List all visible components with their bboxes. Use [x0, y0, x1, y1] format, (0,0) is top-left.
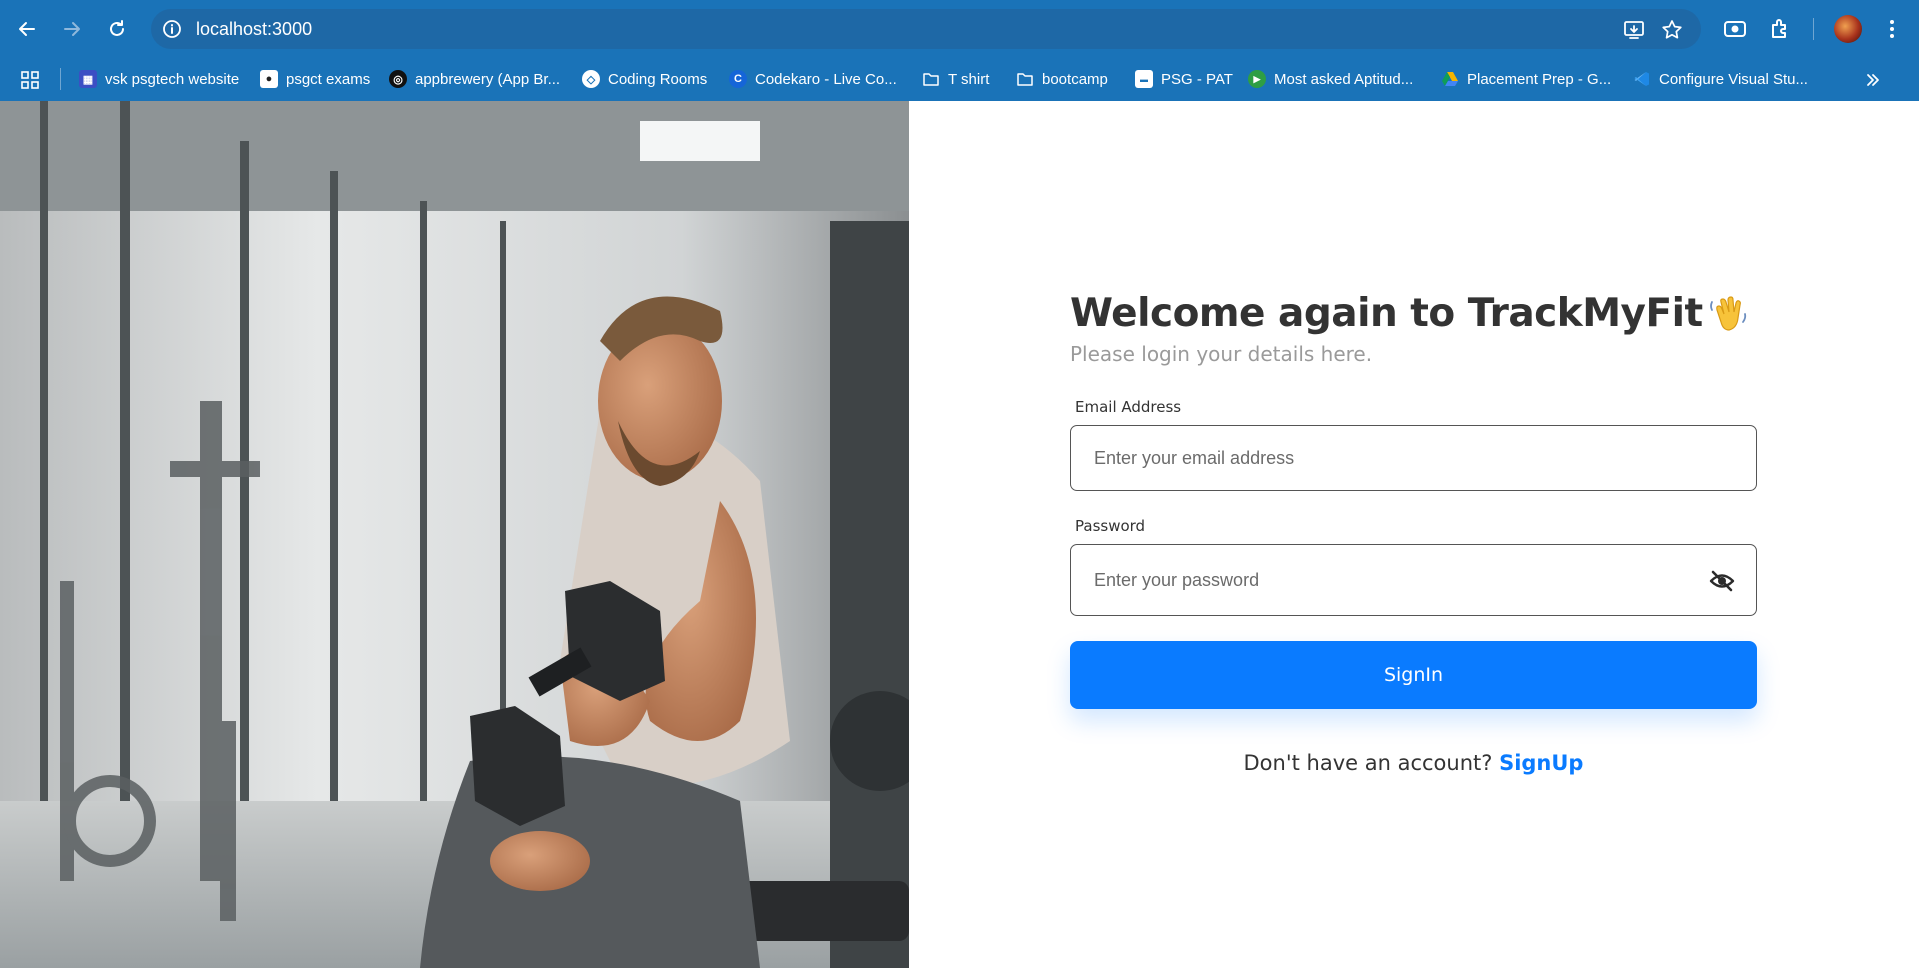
bookmark-psg-pat[interactable]: ▬ PSG - PAT — [1135, 67, 1233, 91]
bookmark-label: Placement Prep - G... — [1467, 70, 1612, 88]
appbrewery-icon: ◎ — [389, 70, 407, 88]
reload-button[interactable] — [102, 14, 132, 44]
forward-button[interactable] — [57, 14, 87, 44]
bookmark-vsk-psgtech[interactable]: ▦ vsk psgtech website — [79, 67, 239, 91]
waving-hand-icon — [1709, 295, 1746, 331]
signup-link[interactable]: SignUp — [1499, 751, 1583, 775]
bookmark-label: Most asked Aptitud... — [1274, 70, 1414, 88]
bookmark-label: PSG - PAT — [1161, 70, 1233, 88]
vscode-icon — [1634, 72, 1649, 86]
signin-button[interactable]: SignIn — [1070, 641, 1757, 709]
folder-icon — [1017, 73, 1033, 86]
bookmark-label: Coding Rooms — [608, 70, 708, 88]
gym-photo-illustration — [0, 101, 909, 968]
password-field-container — [1070, 544, 1757, 616]
drive-icon — [1442, 72, 1458, 86]
toolbar-divider — [1813, 18, 1814, 40]
codingrooms-icon: ◇ — [582, 70, 600, 88]
email-input[interactable] — [1071, 426, 1756, 490]
play-icon: ▶ — [1248, 70, 1266, 88]
eye-slash-icon[interactable] — [1708, 567, 1736, 595]
bookmark-folder-tshirt[interactable]: T shirt — [922, 67, 989, 91]
bookmark-label: vsk psgtech website — [105, 70, 240, 88]
bookmark-label: Configure Visual Stu... — [1659, 70, 1808, 88]
bookmark-label: psgct exams — [286, 70, 371, 88]
extensions-icon[interactable] — [1768, 16, 1794, 42]
install-app-icon[interactable] — [1622, 18, 1646, 42]
more-menu-icon[interactable] — [1879, 16, 1905, 42]
login-form: Welcome again to TrackMyFit Please login… — [1070, 291, 1757, 775]
signup-row: Don't have an account? SignUp — [1070, 751, 1757, 775]
reload-icon — [110, 20, 124, 36]
panda-icon: ● — [260, 70, 278, 88]
signup-prompt: Don't have an account? — [1243, 751, 1493, 775]
email-label: Email Address — [1075, 398, 1182, 416]
chevron-double-right-icon[interactable] — [1864, 71, 1882, 89]
title-text: Welcome again to TrackMyFit — [1070, 291, 1703, 336]
bookmark-codekaro[interactable]: C Codekaro - Live Co... — [729, 67, 897, 91]
bookmark-label: Codekaro - Live Co... — [755, 70, 897, 88]
arrow-right-icon — [64, 22, 80, 36]
page-content: Welcome again to TrackMyFit Please login… — [0, 101, 1919, 968]
browser-toolbar: localhost:3000 — [0, 0, 1919, 58]
bookmarks-bar: ▦ vsk psgtech website ● psgct exams ◎ ap… — [0, 58, 1919, 101]
site-icon: ▦ — [79, 70, 97, 88]
bookmark-coding-rooms[interactable]: ◇ Coding Rooms — [582, 67, 707, 91]
bookmark-psgct-exams[interactable]: ● psgct exams — [260, 67, 370, 91]
folder-icon — [923, 73, 939, 86]
arrow-left-icon — [19, 22, 35, 36]
apps-grid-icon[interactable] — [20, 70, 40, 90]
bookmark-aptitude[interactable]: ▶ Most asked Aptitud... — [1248, 67, 1413, 91]
profile-avatar[interactable] — [1834, 15, 1862, 43]
codekaro-icon: C — [729, 70, 747, 88]
bookmarks-divider — [60, 68, 61, 90]
bookmark-appbrewery[interactable]: ◎ appbrewery (App Br... — [389, 67, 560, 91]
bookmark-vscode[interactable]: Configure Visual Stu... — [1633, 67, 1808, 91]
address-bar[interactable]: localhost:3000 — [151, 9, 1701, 49]
email-field-container — [1070, 425, 1757, 491]
browser-chrome: localhost:3000 ▦ vsk psgtech website ● p… — [0, 0, 1919, 101]
screen-capture-icon[interactable] — [1722, 16, 1748, 42]
bookmark-label: bootcamp — [1042, 70, 1108, 88]
bookmark-label: appbrewery (App Br... — [415, 70, 561, 88]
hero-image — [0, 101, 909, 968]
bookmark-star-icon[interactable] — [1660, 18, 1684, 42]
site-info-icon[interactable] — [161, 18, 183, 40]
bookmark-placement-prep[interactable]: Placement Prep - G... — [1441, 67, 1611, 91]
url-text: localhost:3000 — [196, 19, 313, 39]
bookmark-label: T shirt — [948, 70, 990, 88]
page-title: Welcome again to TrackMyFit — [1070, 291, 1757, 336]
psgpat-icon: ▬ — [1135, 70, 1153, 88]
back-button[interactable] — [12, 14, 42, 44]
bookmark-folder-bootcamp[interactable]: bootcamp — [1016, 67, 1108, 91]
page-subtitle: Please login your details here. — [1070, 342, 1373, 366]
password-input[interactable] — [1071, 545, 1756, 615]
password-label: Password — [1075, 517, 1146, 535]
